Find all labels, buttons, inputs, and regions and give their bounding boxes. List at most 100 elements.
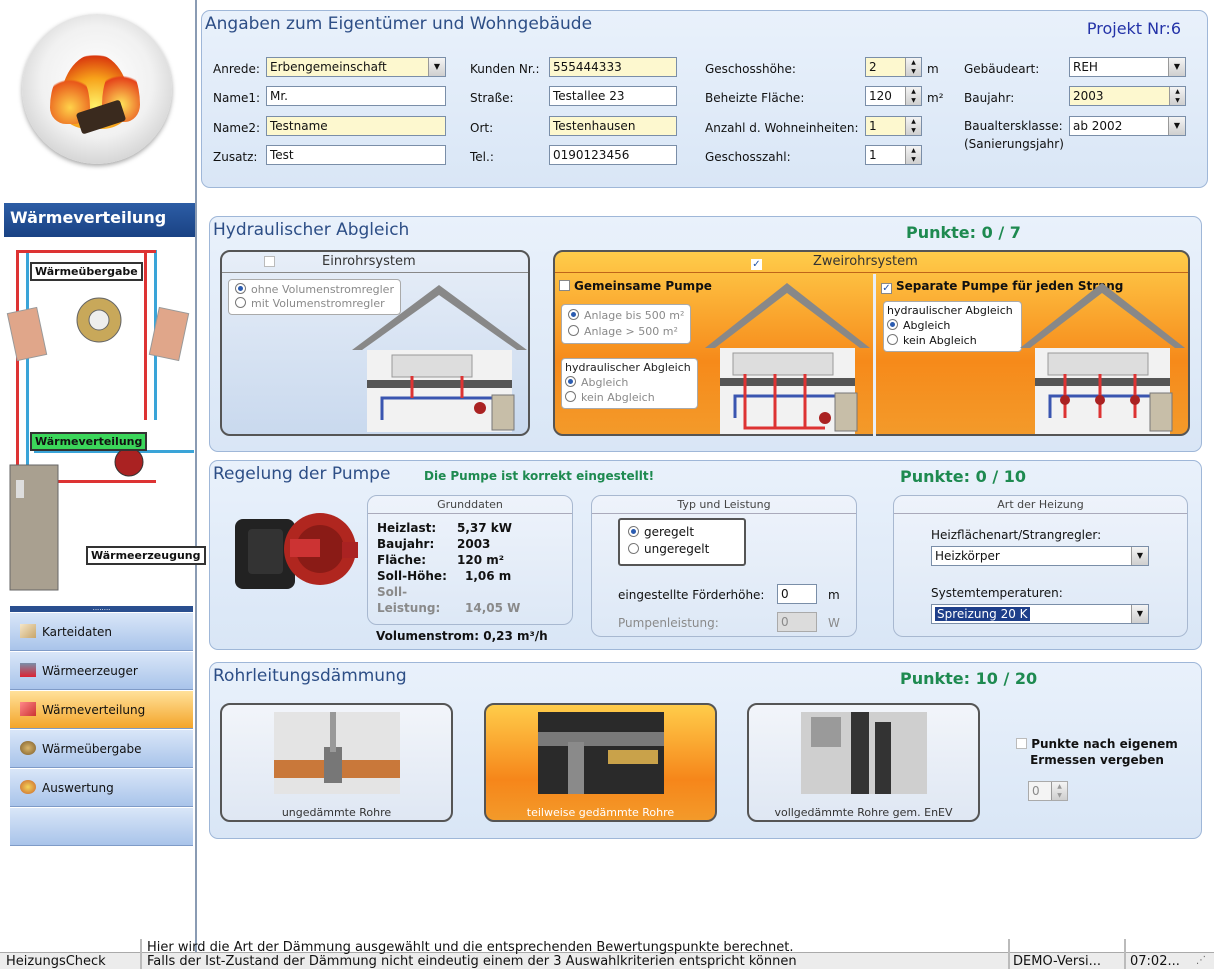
spinner-arrows-icon[interactable]: ▲ ▼ bbox=[905, 146, 921, 164]
fully-insulated-pipe-icon bbox=[801, 712, 927, 794]
geschosshoehe-stepper[interactable]: 2 ▲ ▼ bbox=[865, 57, 922, 77]
zusatz-field[interactable]: Test bbox=[266, 145, 446, 165]
tel-field[interactable]: 0190123456 bbox=[549, 145, 677, 165]
baualter-label: Baualtersklasse: bbox=[964, 119, 1063, 133]
gemeinsam-abgleich-option-2[interactable]: kein Abgleich bbox=[565, 390, 691, 405]
manual-points-checkbox[interactable]: Punkte nach eigenem Ermessen vergeben bbox=[1012, 736, 1182, 768]
house-gemeinsam-icon bbox=[705, 283, 870, 434]
project-number: Projekt Nr:6 bbox=[1086, 19, 1181, 38]
boiler-icon bbox=[20, 663, 36, 677]
temp-select[interactable]: Spreizung 20 K ▼ bbox=[931, 604, 1149, 624]
flaeche-unit: m² bbox=[927, 91, 944, 105]
diagram-label-verteilung: Wärmeverteilung bbox=[30, 432, 148, 451]
gemeinsam-abgleich-option-1[interactable]: Abgleich bbox=[565, 375, 691, 390]
geschosshoehe-unit: m bbox=[927, 62, 939, 76]
flaeche-label: Beheizte Fläche: bbox=[705, 91, 805, 105]
volumenstrom: Volumenstrom: 0,23 m³/h bbox=[376, 629, 548, 643]
owner-panel: Angaben zum Eigentümer und Wohngebäude P… bbox=[201, 10, 1208, 188]
spinner-arrows-icon[interactable]: ▲ ▼ bbox=[905, 87, 921, 105]
pump-panel: Regelung der Pumpe Die Pumpe ist korrekt… bbox=[209, 460, 1202, 650]
strang-select[interactable]: Heizkörper ▼ bbox=[931, 546, 1149, 566]
temp-label: Systemtemperaturen: bbox=[931, 586, 1063, 600]
spinner-arrows-icon[interactable]: ▲ ▼ bbox=[905, 117, 921, 135]
house-einrohr-icon bbox=[352, 285, 527, 432]
anrede-select[interactable]: Erbengemeinschaft ▼ bbox=[266, 57, 446, 77]
spinner-arrows-icon[interactable]: ▲ ▼ bbox=[1051, 782, 1067, 800]
chevron-down-icon: ▼ bbox=[1131, 547, 1148, 565]
foerder-unit: m bbox=[828, 588, 840, 602]
manual-points-stepper[interactable]: 0 ▲ ▼ bbox=[1028, 781, 1068, 801]
resize-grip-icon[interactable]: ⋰ bbox=[1196, 955, 1206, 966]
insulation-option-unged[interactable]: ungedämmte Rohre bbox=[220, 703, 453, 822]
einrohr-box: Einrohrsystem ohne Volumenstromregler mi… bbox=[220, 250, 530, 436]
diagram-label-erzeugung: Wärmeerzeugung bbox=[86, 546, 206, 565]
nav-item-waermeuebergabe[interactable]: Wärmeübergabe bbox=[10, 730, 193, 768]
insulation-option-vollged[interactable]: vollgedämmte Rohre gem. EnEV bbox=[747, 703, 980, 822]
insulation-option-teilweise[interactable]: teilweise gedämmte Rohre bbox=[484, 703, 717, 822]
name2-label: Name2: bbox=[213, 121, 261, 135]
baualter-sub-label: (Sanierungsjahr) bbox=[964, 137, 1064, 151]
gemeinsam-area-option-2[interactable]: Anlage > 500 m² bbox=[568, 324, 684, 340]
chevron-down-icon: ▼ bbox=[428, 58, 445, 76]
distribution-icon bbox=[20, 702, 36, 716]
fire-logo-icon bbox=[22, 14, 172, 164]
geschosszahl-label: Geschosszahl: bbox=[705, 150, 791, 164]
baujahr-stepper[interactable]: 2003 ▲ ▼ bbox=[1069, 86, 1186, 106]
einrohr-checkbox[interactable] bbox=[264, 255, 279, 269]
wohneinheiten-label: Anzahl d. Wohneinheiten: bbox=[705, 121, 859, 135]
baualter-select[interactable]: ab 2002 ▼ bbox=[1069, 116, 1186, 136]
baujahr-label: Baujahr: bbox=[964, 91, 1015, 105]
geschosszahl-stepper[interactable]: 1 ▲ ▼ bbox=[865, 145, 922, 165]
evaluation-icon bbox=[20, 780, 36, 794]
insulation-option-unged-label: ungedämmte Rohre bbox=[281, 806, 392, 819]
leistung-unit: W bbox=[828, 616, 840, 630]
separat-abgleich-option-1[interactable]: Abgleich bbox=[887, 318, 1013, 333]
insulation-option-vollged-label: vollgedämmte Rohre gem. EnEV bbox=[774, 806, 953, 819]
heizung-title: Art der Heizung bbox=[997, 498, 1084, 511]
nav-item-karteidaten[interactable]: Karteidaten bbox=[10, 613, 193, 651]
kunden-field[interactable]: 555444333 bbox=[549, 57, 677, 77]
diagram-label-uebergabe: Wärmeübergabe bbox=[30, 262, 143, 281]
geschosshoehe-label: Geschosshöhe: bbox=[705, 62, 796, 76]
gemeinsam-checkbox[interactable]: Gemeinsame Pumpe bbox=[559, 279, 712, 293]
heat-diagram: Wärmeübergabe Wärmeverteilung Wärmeerzeu… bbox=[4, 240, 206, 608]
nav-item-waermeerzeuger[interactable]: Wärmeerzeuger bbox=[10, 652, 193, 690]
strasse-field[interactable]: Testallee 23 bbox=[549, 86, 677, 106]
leistung-field: 0 bbox=[777, 612, 817, 632]
grunddaten-title: Grunddaten bbox=[437, 498, 503, 511]
typ-option-ungeregelt[interactable]: ungeregelt bbox=[628, 541, 736, 558]
kunden-label: Kunden Nr.: bbox=[470, 62, 540, 76]
nav-item-waermeverteilung[interactable]: Wärmeverteilung bbox=[10, 691, 193, 729]
separat-abgleich-option-2[interactable]: kein Abgleich bbox=[887, 333, 1013, 348]
status-bar: HeizungsCheck Hier wird die Art der Dämm… bbox=[0, 939, 1214, 969]
status-time: 07:02... bbox=[1130, 954, 1180, 969]
pump-points: Punkte: 0 / 10 bbox=[900, 467, 1026, 486]
typ-box: Typ und Leistung geregelt ungeregelt ein… bbox=[591, 495, 857, 637]
flaeche-stepper[interactable]: 120 ▲ ▼ bbox=[865, 86, 922, 106]
spinner-arrows-icon[interactable]: ▲ ▼ bbox=[1169, 87, 1185, 105]
partly-insulated-pipe-icon bbox=[538, 712, 664, 794]
typ-option-geregelt[interactable]: geregelt bbox=[628, 524, 736, 541]
gebaeudeart-select[interactable]: REH ▼ bbox=[1069, 57, 1186, 77]
separat-abgleich-options: hydraulischer Abgleich Abgleich kein Abg… bbox=[883, 301, 1022, 352]
gemeinsam-area-option-1[interactable]: Anlage bis 500 m² bbox=[568, 308, 684, 324]
anrede-label: Anrede: bbox=[213, 62, 260, 76]
name1-field[interactable]: Mr. bbox=[266, 86, 446, 106]
strang-label: Heizflächenart/Strangregler: bbox=[931, 528, 1102, 542]
pump-title: Regelung der Pumpe bbox=[213, 464, 391, 484]
insulation-title: Rohrleitungsdämmung bbox=[213, 666, 407, 686]
owner-panel-title: Angaben zum Eigentümer und Wohngebäude bbox=[205, 14, 593, 34]
tel-label: Tel.: bbox=[470, 150, 494, 164]
spinner-arrows-icon[interactable]: ▲ ▼ bbox=[905, 58, 921, 76]
radiator-icon bbox=[20, 741, 36, 755]
ort-field[interactable]: Testenhausen bbox=[549, 116, 677, 136]
nav-item-auswertung[interactable]: Auswertung bbox=[10, 769, 193, 807]
sidebar-title: Wärmeverteilung bbox=[4, 203, 195, 237]
typ-title: Typ und Leistung bbox=[677, 498, 771, 511]
splitter-handle[interactable]: ........ bbox=[10, 605, 193, 612]
wohneinheiten-stepper[interactable]: 1 ▲ ▼ bbox=[865, 116, 922, 136]
name2-field[interactable]: Testname bbox=[266, 116, 446, 136]
foerder-field[interactable]: 0 bbox=[777, 584, 817, 604]
einrohr-title: Einrohrsystem bbox=[322, 254, 416, 269]
zweirohr-checkbox[interactable]: ✓ bbox=[751, 255, 766, 270]
